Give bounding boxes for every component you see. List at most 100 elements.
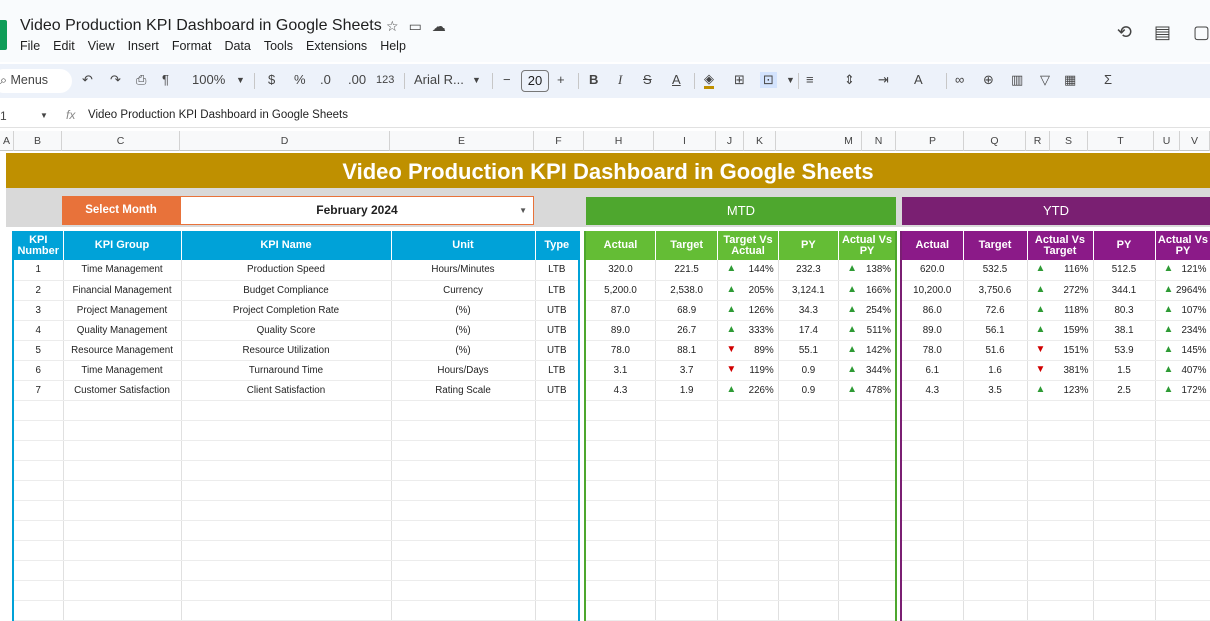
empty-cell[interactable] xyxy=(63,460,182,481)
empty-cell[interactable] xyxy=(1155,420,1210,441)
menu-item-file[interactable]: File xyxy=(20,39,40,53)
column-header-h[interactable]: H xyxy=(584,131,654,151)
kpi-type[interactable]: UTB xyxy=(535,320,580,341)
mtd-target[interactable]: 2,538.0 xyxy=(655,280,719,301)
empty-cell[interactable] xyxy=(655,560,719,581)
empty-cell[interactable] xyxy=(1027,440,1094,461)
ytd-py[interactable]: 1.5 xyxy=(1093,360,1156,381)
empty-cell[interactable] xyxy=(1155,520,1210,541)
empty-cell[interactable] xyxy=(1155,400,1210,421)
column-header-f[interactable]: F xyxy=(534,131,584,151)
column-header-i[interactable]: I xyxy=(654,131,716,151)
empty-cell[interactable] xyxy=(963,500,1028,521)
empty-cell[interactable] xyxy=(838,560,897,581)
kpi-name[interactable]: Quality Score xyxy=(181,320,392,341)
column-header-s[interactable]: S xyxy=(1050,131,1088,151)
empty-cell[interactable] xyxy=(63,540,182,561)
kpi-type[interactable]: LTB xyxy=(535,360,580,381)
empty-cell[interactable] xyxy=(63,420,182,441)
empty-cell[interactable] xyxy=(181,580,392,601)
kpi-unit[interactable]: (%) xyxy=(391,340,536,361)
empty-cell[interactable] xyxy=(717,440,779,461)
empty-cell[interactable] xyxy=(901,560,964,581)
kpi-number[interactable]: 5 xyxy=(13,340,64,361)
chart-icon[interactable]: ▥ xyxy=(1011,72,1023,88)
filter-icon[interactable]: ▽ xyxy=(1040,72,1050,88)
empty-cell[interactable] xyxy=(1093,520,1156,541)
cloud-status-icon[interactable]: ☁ xyxy=(432,18,446,35)
empty-cell[interactable] xyxy=(391,440,536,461)
ytd-target[interactable]: 72.6 xyxy=(963,300,1028,321)
empty-cell[interactable] xyxy=(717,460,779,481)
empty-cell[interactable] xyxy=(1155,460,1210,481)
empty-cell[interactable] xyxy=(181,420,392,441)
kpi-number[interactable]: 3 xyxy=(13,300,64,321)
empty-cell[interactable] xyxy=(838,460,897,481)
sheet-grid[interactable]: Video Production KPI Dashboard in Google… xyxy=(0,151,1210,621)
mtd-actual[interactable]: 3.1 xyxy=(585,360,656,381)
empty-cell[interactable] xyxy=(181,560,392,581)
currency-format-button[interactable]: $ xyxy=(268,72,275,87)
empty-cell[interactable] xyxy=(535,420,580,441)
filter-views-icon[interactable]: ▦ xyxy=(1064,72,1076,88)
empty-cell[interactable] xyxy=(778,600,840,621)
empty-cell[interactable] xyxy=(1155,560,1210,581)
empty-cell[interactable] xyxy=(901,540,964,561)
kpi-group[interactable]: Time Management xyxy=(63,260,182,281)
percent-format-button[interactable]: % xyxy=(294,72,306,87)
empty-cell[interactable] xyxy=(585,460,656,481)
empty-cell[interactable] xyxy=(1155,580,1210,601)
kpi-group[interactable]: Financial Management xyxy=(63,280,182,301)
empty-cell[interactable] xyxy=(585,580,656,601)
strikethrough-icon[interactable]: S xyxy=(643,72,652,87)
empty-cell[interactable] xyxy=(585,520,656,541)
empty-cell[interactable] xyxy=(1027,500,1094,521)
ytd-actual[interactable]: 4.3 xyxy=(901,380,964,401)
empty-cell[interactable] xyxy=(778,480,840,501)
empty-cell[interactable] xyxy=(63,600,182,621)
empty-cell[interactable] xyxy=(181,400,392,421)
empty-cell[interactable] xyxy=(1027,560,1094,581)
star-icon[interactable]: ☆ xyxy=(386,18,399,35)
kpi-group[interactable]: Project Management xyxy=(63,300,182,321)
empty-cell[interactable] xyxy=(1155,600,1210,621)
empty-cell[interactable] xyxy=(13,520,64,541)
empty-cell[interactable] xyxy=(778,400,840,421)
empty-cell[interactable] xyxy=(391,480,536,501)
empty-cell[interactable] xyxy=(1093,600,1156,621)
kpi-unit[interactable]: (%) xyxy=(391,320,536,341)
empty-cell[interactable] xyxy=(838,580,897,601)
kpi-group[interactable]: Time Management xyxy=(63,360,182,381)
kpi-type[interactable]: UTB xyxy=(535,340,580,361)
menu-item-extensions[interactable]: Extensions xyxy=(306,39,367,53)
empty-cell[interactable] xyxy=(717,520,779,541)
empty-cell[interactable] xyxy=(535,540,580,561)
empty-cell[interactable] xyxy=(63,440,182,461)
italic-button[interactable]: I xyxy=(618,72,622,88)
kpi-name[interactable]: Production Speed xyxy=(181,260,392,281)
column-header-e[interactable]: E xyxy=(390,131,534,151)
empty-cell[interactable] xyxy=(13,500,64,521)
kpi-name[interactable]: Resource Utilization xyxy=(181,340,392,361)
comments-icon[interactable]: ▤ xyxy=(1154,22,1171,43)
empty-cell[interactable] xyxy=(778,460,840,481)
empty-cell[interactable] xyxy=(717,540,779,561)
search-menus[interactable]: ⌕ Menus xyxy=(0,69,72,93)
empty-cell[interactable] xyxy=(535,580,580,601)
meet-icon[interactable]: ▢ xyxy=(1193,22,1210,43)
empty-cell[interactable] xyxy=(1093,420,1156,441)
empty-cell[interactable] xyxy=(963,400,1028,421)
kpi-type[interactable]: UTB xyxy=(535,300,580,321)
mtd-target[interactable]: 1.9 xyxy=(655,380,719,401)
empty-cell[interactable] xyxy=(963,600,1028,621)
empty-cell[interactable] xyxy=(1093,480,1156,501)
menu-item-edit[interactable]: Edit xyxy=(53,39,75,53)
empty-cell[interactable] xyxy=(778,580,840,601)
empty-cell[interactable] xyxy=(655,460,719,481)
decrease-decimal-button[interactable]: .0 xyxy=(320,72,331,87)
empty-cell[interactable] xyxy=(901,580,964,601)
kpi-name[interactable]: Budget Compliance xyxy=(181,280,392,301)
empty-cell[interactable] xyxy=(901,500,964,521)
column-header-a[interactable]: A xyxy=(0,131,14,151)
ytd-actual[interactable]: 6.1 xyxy=(901,360,964,381)
